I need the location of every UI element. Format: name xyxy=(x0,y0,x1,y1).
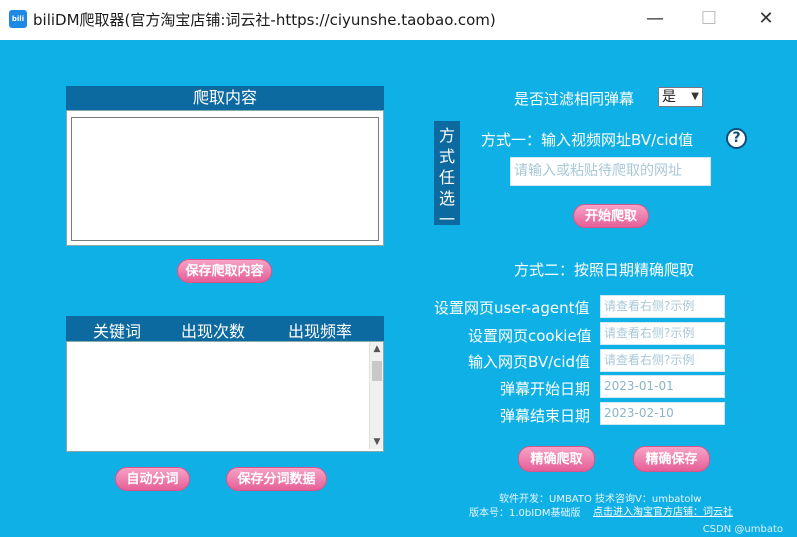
chevron-down-icon: ▼ xyxy=(691,91,699,102)
video-url-input[interactable]: 请输入或粘贴待爬取的网址 xyxy=(510,157,711,186)
cookie-input[interactable]: 请查看右侧?示例 xyxy=(600,322,725,345)
minimize-button[interactable]: — xyxy=(632,0,678,38)
filter-duplicates-select[interactable]: 是 ▼ xyxy=(658,87,703,107)
window-title: biliDM爬取器(官方淘宝店铺:词云社-https://ciyunshe.ta… xyxy=(33,11,496,29)
cookie-label: 设置网页cookie值 xyxy=(468,327,592,345)
start-date-label: 弹幕开始日期 xyxy=(500,380,591,398)
taobao-store-link[interactable]: 点击进入淘宝官方店铺：词云社 xyxy=(593,503,733,518)
end-date-input[interactable]: 2023-02-10 xyxy=(600,402,725,425)
start-date-input[interactable]: 2023-01-01 xyxy=(600,375,725,398)
app-icon: bili xyxy=(9,10,27,28)
filter-duplicates-label: 是否过滤相同弹幕 xyxy=(514,90,635,108)
method2-label: 方式二：按照日期精确爬取 xyxy=(514,261,695,279)
crawl-content-header: 爬取内容 xyxy=(66,86,384,110)
method-choice-divider: 方式任选一 xyxy=(434,121,460,229)
precise-save-button[interactable]: 精确保存 xyxy=(633,446,710,472)
keyword-list-scrollbar[interactable]: ▲ ▼ xyxy=(369,342,383,449)
method1-label: 方式一：输入视频网址BV/cid值 xyxy=(481,131,694,149)
save-crawl-content-button[interactable]: 保存爬取内容 xyxy=(177,259,272,283)
scroll-thumb[interactable] xyxy=(372,361,382,381)
column-header-keyword: 关键词 xyxy=(93,322,142,341)
scroll-up-icon[interactable]: ▲ xyxy=(370,344,384,354)
start-crawl-button[interactable]: 开始爬取 xyxy=(573,204,649,228)
precise-crawl-button[interactable]: 精确爬取 xyxy=(518,446,595,472)
auto-segment-button[interactable]: 自动分词 xyxy=(115,467,190,491)
csdn-watermark: CSDN @umbato xyxy=(702,524,783,535)
bv-cid-input[interactable]: 请查看右侧?示例 xyxy=(600,349,725,372)
crawl-content-textarea[interactable] xyxy=(71,117,379,241)
keyword-table-header: 关键词 出现次数 出现频率 xyxy=(66,316,384,341)
column-header-count: 出现次数 xyxy=(181,322,246,341)
help-icon[interactable]: ? xyxy=(726,128,747,149)
keyword-list[interactable] xyxy=(66,341,384,452)
maximize-button[interactable]: ☐ xyxy=(686,0,732,38)
user-agent-input[interactable]: 请查看右侧?示例 xyxy=(600,295,725,318)
version-info: 版本号：1.0bIDM基础版 xyxy=(469,508,581,519)
crawl-content-panel xyxy=(66,110,384,246)
user-agent-label: 设置网页user-agent值 xyxy=(434,299,590,317)
save-segment-data-button[interactable]: 保存分词数据 xyxy=(226,467,327,491)
column-header-frequency: 出现频率 xyxy=(288,322,353,341)
scroll-down-icon[interactable]: ▼ xyxy=(370,437,384,447)
filter-selected-value: 是 xyxy=(662,89,676,105)
method-choice-text: 方式任选一 xyxy=(439,126,456,229)
close-button[interactable]: ✕ xyxy=(743,0,789,38)
end-date-label: 弹幕结束日期 xyxy=(500,407,591,425)
bv-cid-label: 输入网页BV/cid值 xyxy=(468,353,591,371)
title-bar: bili biliDM爬取器(官方淘宝店铺:词云社-https://ciyuns… xyxy=(0,0,797,40)
